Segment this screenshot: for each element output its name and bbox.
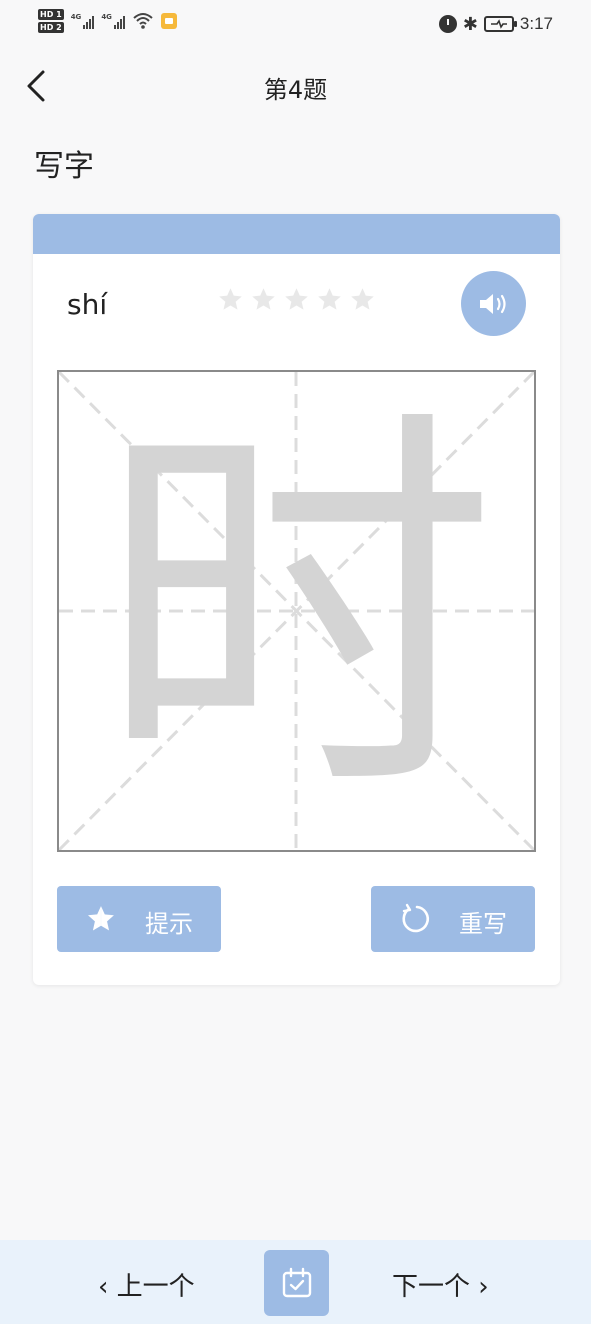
star-icon: [285, 288, 308, 310]
signal-icon-1: 4G: [71, 13, 95, 29]
hd-badge-1: HD 1: [38, 9, 64, 20]
card-header-band: [33, 214, 560, 254]
signal-label-1: 4G: [70, 13, 82, 21]
nav-bar: 第4题: [0, 52, 591, 122]
alarm-icon: [438, 15, 457, 33]
page-title: 第4题: [263, 76, 328, 104]
hint-label: 提示: [145, 910, 193, 938]
star-outline-icon: [88, 905, 115, 931]
speaker-icon: [479, 293, 506, 314]
rewrite-button[interactable]: 重写: [371, 886, 535, 952]
bluetooth-icon: ✱: [462, 14, 478, 34]
guide-character: 时: [96, 378, 497, 843]
prev-button[interactable]: ‹ 上一个: [98, 1266, 195, 1303]
calendar-check-icon: [282, 1267, 311, 1298]
signal-label-2: 4G: [101, 13, 112, 21]
status-bar: HD 1 HD 2 4G 4G ✱ 3:17: [0, 0, 591, 52]
wifi-icon: [133, 13, 153, 29]
status-time: 3:17: [519, 14, 553, 33]
battery-charging-icon: [483, 16, 517, 32]
writing-grid[interactable]: 时: [57, 370, 536, 852]
rewrite-label: 重写: [459, 910, 507, 938]
pinyin-label: shí: [67, 288, 108, 321]
star-icon: [252, 288, 275, 310]
star-icon: [318, 288, 341, 310]
app-notification-icon: [160, 13, 177, 29]
practice-card: shí 时 提示 重写: [33, 214, 560, 985]
status-right: ✱ 3:17: [438, 14, 553, 34]
calendar-button[interactable]: [264, 1250, 329, 1316]
sound-button[interactable]: [461, 271, 526, 336]
section-title: 写字: [34, 149, 94, 184]
hd-badges: HD 1 HD 2: [38, 9, 64, 33]
status-left: HD 1 HD 2 4G 4G: [38, 9, 177, 33]
star-icon: [351, 288, 374, 310]
hint-button[interactable]: 提示: [57, 886, 221, 952]
next-button[interactable]: 下一个 ›: [392, 1266, 489, 1303]
rating-stars: [217, 286, 376, 313]
star-icon: [219, 288, 242, 310]
hd-badge-2: HD 2: [38, 22, 64, 33]
refresh-icon: [402, 903, 430, 933]
signal-icon-2: 4G: [101, 13, 125, 29]
bottom-bar: ‹ 上一个 下一个 ›: [0, 1240, 591, 1324]
